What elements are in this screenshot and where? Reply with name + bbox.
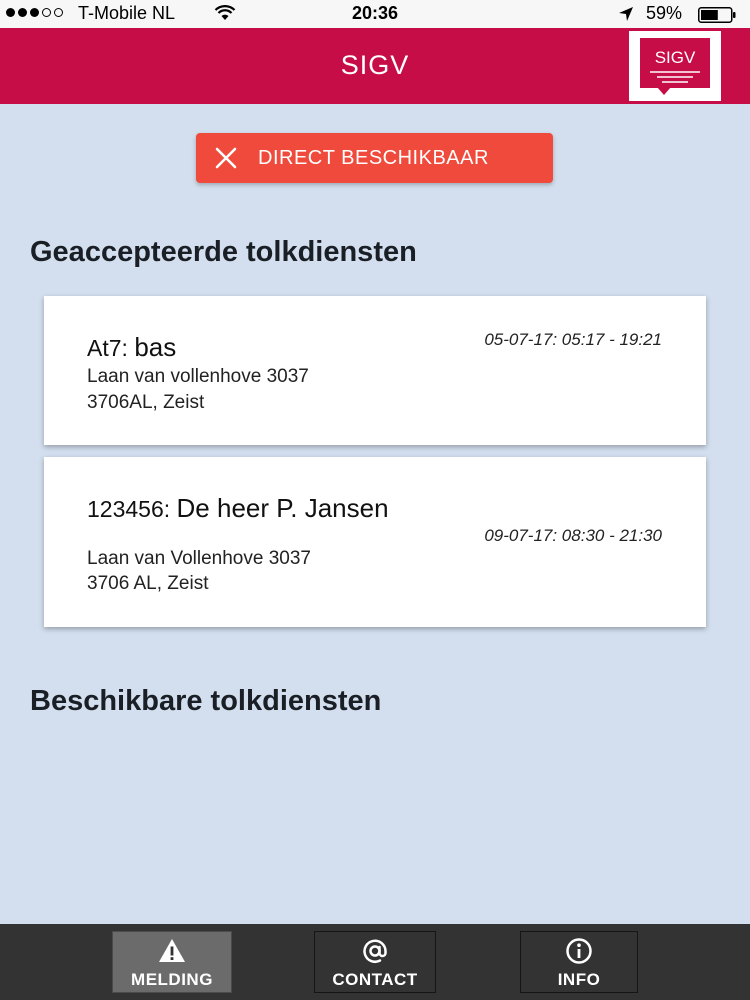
battery-icon — [698, 7, 736, 23]
app-screen: T-Mobile NL 20:36 59% SIGV SIGV DIRECT B… — [0, 0, 750, 1000]
tab-label: MELDING — [131, 970, 213, 989]
tab-label: CONTACT — [332, 970, 418, 989]
accepted-section-title: Geaccepteerde tolkdiensten — [30, 236, 417, 268]
service-time: 05-07-17: 05:17 - 19:21 — [484, 330, 662, 349]
wifi-icon — [214, 5, 236, 20]
direct-beschikbaar-label: DIRECT BESCHIKBAAR — [258, 147, 489, 169]
address-street: Laan van Vollenhove 3037 — [87, 548, 311, 569]
service-title: 123456: De heer P. Jansen — [87, 493, 389, 524]
address-city: 3706AL, Zeist — [87, 392, 205, 413]
tab-info[interactable]: INFO — [520, 931, 638, 993]
service-time: 09-07-17: 08:30 - 21:30 — [484, 526, 662, 545]
carrier-name: T-Mobile NL — [78, 3, 176, 23]
available-section-title: Beschikbare tolkdiensten — [30, 685, 382, 717]
service-card[interactable]: 123456: De heer P. Jansen 09-07-17: 08:3… — [44, 457, 706, 627]
direct-beschikbaar-button[interactable]: DIRECT BESCHIKBAAR — [196, 133, 553, 183]
warning-icon — [159, 939, 185, 962]
at-sign-icon — [363, 939, 387, 964]
battery-percentage: 59% — [646, 3, 683, 23]
address-city: 3706 AL, Zeist — [87, 573, 209, 594]
service-code: At7: — [87, 335, 135, 361]
app-header: SIGV SIGV — [0, 28, 750, 104]
tab-melding[interactable]: MELDING — [112, 931, 232, 993]
info-icon — [566, 938, 592, 964]
tab-label: INFO — [557, 970, 601, 989]
status-bar: T-Mobile NL 20:36 59% — [0, 0, 750, 28]
close-icon — [215, 147, 237, 169]
signal-strength-icon — [6, 8, 63, 17]
service-code: 123456: — [87, 496, 177, 522]
client-name: De heer P. Jansen — [176, 493, 389, 523]
service-title: At7: bas — [87, 332, 176, 363]
bottom-tab-bar: MELDING CONTACT INFO — [0, 924, 750, 1000]
tab-contact[interactable]: CONTACT — [314, 931, 436, 993]
logo-text: SIGV — [654, 48, 696, 67]
service-card[interactable]: At7: bas 05-07-17: 05:17 - 19:21 Laan va… — [44, 296, 706, 445]
sigv-logo: SIGV — [629, 31, 721, 101]
client-name: bas — [134, 332, 177, 362]
location-arrow-icon — [619, 7, 633, 21]
address-street: Laan van vollenhove 3037 — [87, 366, 309, 387]
